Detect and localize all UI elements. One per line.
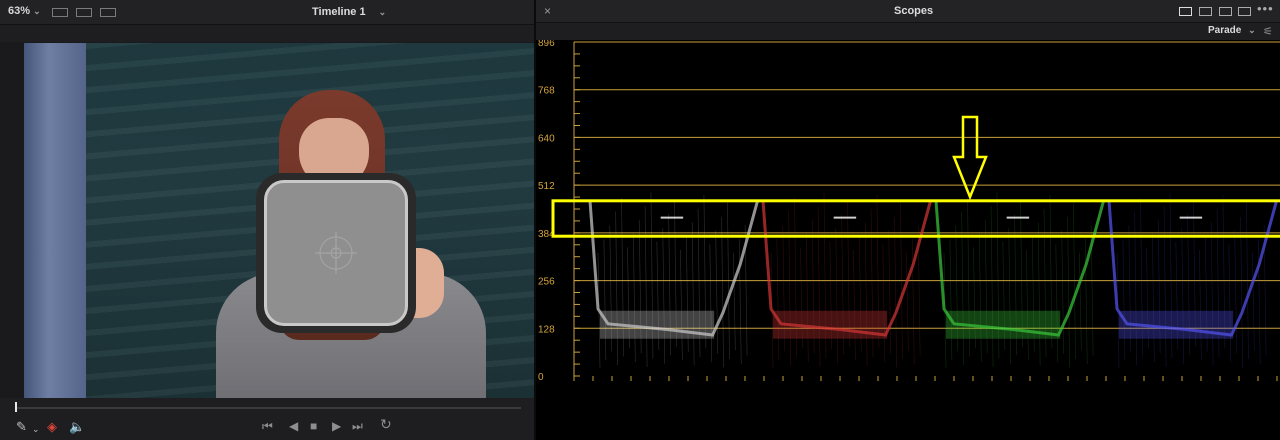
y-tick-label: 256 xyxy=(538,277,555,288)
loop-button[interactable]: ↻ xyxy=(380,417,392,431)
target-reticle-icon xyxy=(315,232,357,274)
single-viewer-icon[interactable] xyxy=(52,8,68,17)
zoom-chevron-icon: ⌄ xyxy=(33,6,41,16)
scopes-header: × Scopes ••• xyxy=(536,0,1280,23)
picker-chevron-icon[interactable]: ⌄ xyxy=(32,422,40,436)
timeline-selector[interactable]: Timeline 1 ⌄ xyxy=(312,6,386,18)
quad-scope-icon[interactable] xyxy=(1238,7,1251,16)
door-edge xyxy=(24,43,86,398)
trace-band xyxy=(773,310,888,339)
close-icon[interactable]: × xyxy=(544,4,551,18)
volume-icon[interactable]: 🔈 xyxy=(69,420,85,434)
scopes-panel: × Scopes ••• Parade ⌄ ⚟ 896 768 640 512 384 2… xyxy=(536,0,1280,440)
scope-mode-chevron-icon: ⌄ xyxy=(1248,25,1256,35)
stop-button[interactable]: ■ xyxy=(310,419,317,433)
skip-forward-button[interactable]: ⏭ xyxy=(352,419,363,433)
play-button[interactable]: ▶ xyxy=(332,419,341,433)
grid-viewer-icon[interactable] xyxy=(76,8,92,17)
scrubber-track[interactable] xyxy=(16,407,521,409)
y-tick-label: 128 xyxy=(538,324,555,335)
zoom-value: 63% xyxy=(8,5,31,17)
y-tick-label: 512 xyxy=(538,181,555,192)
trace-band xyxy=(1119,310,1234,339)
gray-card xyxy=(264,180,408,326)
triple-scope-icon[interactable] xyxy=(1219,7,1232,16)
y-tick-label: 0 xyxy=(538,372,544,383)
skip-back-button[interactable]: ⏮ xyxy=(262,419,273,433)
reverse-play-button[interactable]: ◀ xyxy=(289,419,298,433)
scopes-title: Scopes xyxy=(894,5,934,17)
trace-band xyxy=(946,310,1061,339)
zoom-level[interactable]: 63% ⌄ xyxy=(8,5,41,17)
split-viewer-icon[interactable] xyxy=(100,8,116,17)
playhead[interactable] xyxy=(15,402,17,412)
scopes-options-bar: Parade ⌄ ⚟ xyxy=(536,23,1280,40)
y-tick-label: 768 xyxy=(538,86,555,97)
y-tick-label: 640 xyxy=(538,133,555,144)
scope-settings-icon[interactable]: ⚟ xyxy=(1263,25,1273,38)
layers-icon[interactable]: ◈ xyxy=(47,420,57,434)
trace-band xyxy=(600,310,715,339)
scope-mode-label: Parade xyxy=(1208,25,1242,36)
transport-bar: ✎ ⌄ ◈ 🔈 ⏮ ◀ ■ ▶ ⏭ ↻ xyxy=(0,398,534,440)
scope-mode-dropdown[interactable]: Parade ⌄ xyxy=(1208,25,1256,36)
video-frame[interactable] xyxy=(24,43,534,398)
viewer-toolbar: 63% ⌄ Timeline 1 ⌄ xyxy=(0,0,534,25)
more-options-icon[interactable]: ••• xyxy=(1257,1,1274,16)
viewer-panel: 63% ⌄ Timeline 1 ⌄ ✎ ⌄ ◈ 🔈 ⏮ ◀ ■ ▶ ⏭ ↻ xyxy=(0,0,534,440)
dual-scope-icon[interactable] xyxy=(1199,7,1212,16)
single-scope-icon[interactable] xyxy=(1179,7,1192,16)
timeline-title: Timeline 1 xyxy=(312,6,366,18)
viewer-subbar xyxy=(0,25,534,42)
y-tick-label: 896 xyxy=(538,40,555,49)
parade-scope: 8967686405123842561280 xyxy=(536,40,1280,440)
timeline-chevron-icon: ⌄ xyxy=(378,7,387,17)
color-picker-icon[interactable]: ✎ xyxy=(16,420,27,434)
